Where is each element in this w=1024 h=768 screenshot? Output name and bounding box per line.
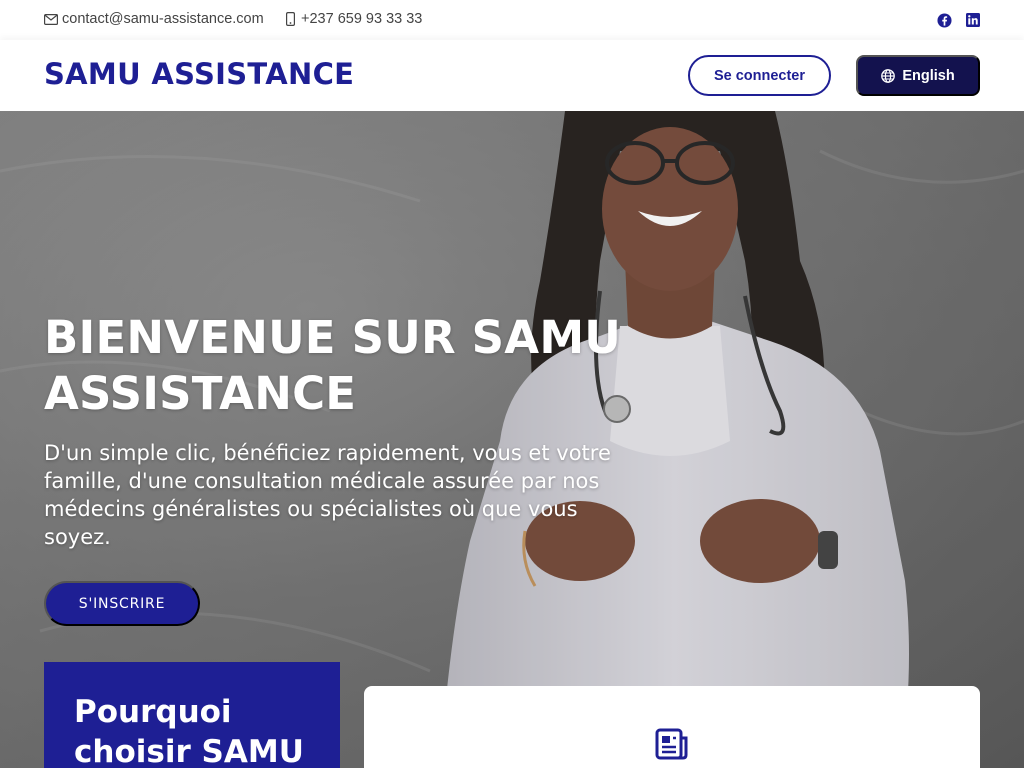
why-choose-title: Pourquoi choisir SAMU: [74, 694, 304, 768]
email-contact[interactable]: contact@samu-assistance.com: [44, 11, 264, 27]
hero-subtitle: D'un simple clic, bénéficiez rapidement,…: [44, 441, 611, 549]
hero-title: BIENVENUE SUR SAMU ASSISTANCE: [44, 311, 622, 420]
why-choose-card: Pourquoi choisir SAMU: [44, 662, 340, 768]
phone-text: +237 659 93 33 33: [301, 11, 423, 27]
mobile-phone-icon: [286, 12, 295, 26]
feature-card: [364, 686, 980, 768]
facebook-icon[interactable]: [936, 12, 952, 28]
language-button[interactable]: English: [856, 55, 980, 96]
hero-section: BIENVENUE SUR SAMU ASSISTANCE D'un simpl…: [0, 111, 1024, 768]
brand-logo[interactable]: SAMU ASSISTANCE: [44, 57, 354, 91]
document-list-icon: [655, 728, 689, 765]
globe-icon: [881, 68, 896, 83]
phone-contact[interactable]: +237 659 93 33 33: [286, 11, 422, 27]
top-contact-bar: contact@samu-assistance.com +237 659 93 …: [0, 0, 1024, 40]
main-navbar: SAMU ASSISTANCE Se connecter English: [0, 40, 1024, 111]
language-label: English: [902, 67, 955, 84]
email-text: contact@samu-assistance.com: [62, 11, 264, 27]
signup-button[interactable]: S'INSCRIRE: [44, 581, 200, 626]
envelope-icon: [44, 13, 58, 25]
linkedin-icon[interactable]: [965, 12, 981, 28]
login-button[interactable]: Se connecter: [688, 55, 831, 96]
